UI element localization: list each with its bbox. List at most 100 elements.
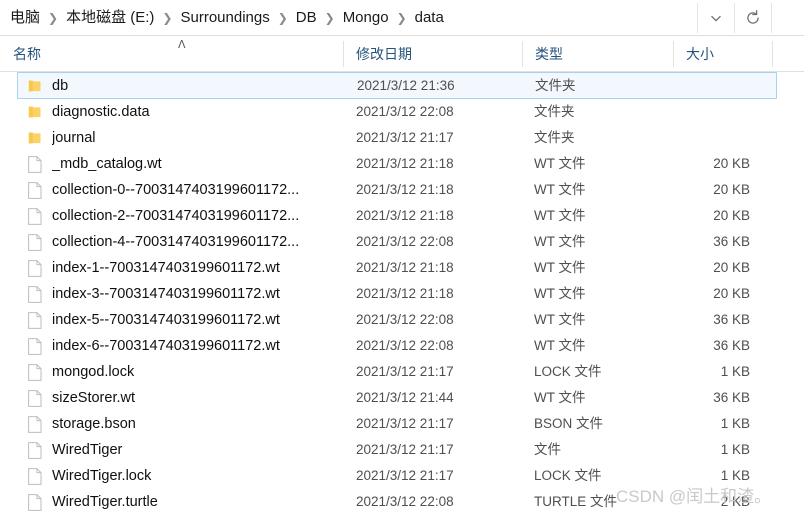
file-icon <box>27 207 43 225</box>
file-date-cell: 2021/3/12 22:08 <box>356 104 454 119</box>
file-date-cell: 2021/3/12 21:17 <box>356 130 454 145</box>
file-name-cell: journal <box>52 130 96 146</box>
file-icon <box>27 181 43 199</box>
file-size-cell: 36 KB <box>713 234 750 249</box>
file-icon <box>27 285 43 303</box>
folder-icon <box>27 104 43 120</box>
column-header-size[interactable]: 大小 <box>673 36 772 71</box>
file-row[interactable]: WiredTiger.turtle 2021/3/12 22:08 TURTLE 文… <box>0 489 804 515</box>
file-size-cell: 1 KB <box>720 416 750 431</box>
breadcrumb-item[interactable]: DB <box>295 7 318 29</box>
file-row[interactable]: diagnostic.data 2021/3/12 22:08 文件夹 <box>0 99 804 125</box>
column-header-date-label: 修改日期 <box>356 45 412 62</box>
address-bar[interactable]: 电脑 ❯ 本地磁盘 (E:) ❯ Surroundings ❯ DB ❯ Mongo ❯ data <box>0 0 804 36</box>
file-date-cell: 2021/3/12 22:08 <box>356 234 454 249</box>
breadcrumb-item[interactable]: data <box>414 7 445 29</box>
file-name-cell: mongod.lock <box>52 364 135 380</box>
file-type-cell: WT 文件 <box>534 156 586 171</box>
file-row[interactable]: WiredTiger 2021/3/12 21:17 文件 1 KB <box>0 437 804 463</box>
file-row[interactable]: collection-2--7003147403199601172... 2021… <box>0 203 804 229</box>
folder-icon <box>27 130 43 146</box>
file-date-cell: 2021/3/12 22:08 <box>356 338 454 353</box>
file-date-cell: 2021/3/12 21:17 <box>356 364 454 379</box>
file-name-cell: WiredTiger <box>52 442 123 458</box>
column-header-row: 名称 修改日期 类型 大小 <box>0 36 804 72</box>
file-row[interactable]: storage.bson 2021/3/12 21:17 BSON 文件 1 KB <box>0 411 804 437</box>
column-divider-size-end[interactable] <box>772 41 773 67</box>
file-row[interactable]: index-5--7003147403199601172.wt 2021/3/12… <box>0 307 804 333</box>
breadcrumb-item[interactable]: Surroundings <box>179 7 270 29</box>
file-row[interactable]: sizeStorer.wt 2021/3/12 21:44 WT 文件 36 KB <box>0 385 804 411</box>
file-date-cell: 2021/3/12 22:08 <box>356 494 454 509</box>
column-header-name[interactable]: 名称 <box>0 36 343 71</box>
file-date-cell: 2021/3/12 21:44 <box>356 390 454 405</box>
file-row-selected[interactable]: db 2021/3/12 21:36 文件夹 <box>17 72 777 99</box>
sort-ascending-caret: ᐱ <box>178 39 186 51</box>
file-type-cell: LOCK 文件 <box>534 364 602 379</box>
file-size-cell: 20 KB <box>713 208 750 223</box>
file-size-cell: 2 KB <box>720 494 750 509</box>
file-name-cell: WiredTiger.turtle <box>52 494 158 510</box>
column-header-type[interactable]: 类型 <box>522 36 673 71</box>
file-name-cell: index-3--7003147403199601172.wt <box>52 286 280 302</box>
breadcrumb-item[interactable]: 电脑 <box>9 7 41 29</box>
file-type-cell: WT 文件 <box>534 338 586 353</box>
file-type-cell: BSON 文件 <box>534 416 604 431</box>
file-row[interactable]: WiredTiger.lock 2021/3/12 21:17 LOCK 文件 1 K… <box>0 463 804 489</box>
file-date-cell: 2021/3/12 21:18 <box>356 182 454 197</box>
file-name-cell: collection-4--7003147403199601172... <box>52 234 300 250</box>
file-row[interactable]: index-3--7003147403199601172.wt 2021/3/12… <box>0 281 804 307</box>
file-row[interactable]: collection-4--7003147403199601172... 2021… <box>0 229 804 255</box>
file-icon <box>27 259 43 277</box>
file-name-cell: _mdb_catalog.wt <box>52 156 162 172</box>
file-type-cell: 文件夹 <box>535 77 576 93</box>
file-date-cell: 2021/3/12 21:17 <box>356 416 454 431</box>
file-date-cell: 2021/3/12 21:18 <box>356 286 454 301</box>
file-icon <box>27 155 43 173</box>
file-list[interactable]: db 2021/3/12 21:36 文件夹 diagnostic.data 2021/… <box>0 72 804 526</box>
file-icon <box>27 389 43 407</box>
breadcrumb-item[interactable]: 本地磁盘 (E:) <box>65 7 155 29</box>
file-icon <box>27 467 43 485</box>
file-type-cell: WT 文件 <box>534 312 586 327</box>
file-name-cell: sizeStorer.wt <box>52 390 135 406</box>
file-date-cell: 2021/3/12 21:36 <box>357 77 455 93</box>
column-header-name-label: 名称 <box>13 45 41 62</box>
file-size-cell: 20 KB <box>713 156 750 171</box>
file-row[interactable]: mongod.lock 2021/3/12 21:17 LOCK 文件 1 KB <box>0 359 804 385</box>
file-date-cell: 2021/3/12 21:18 <box>356 208 454 223</box>
file-type-cell: WT 文件 <box>534 208 586 223</box>
chevron-down-icon <box>708 10 724 26</box>
file-icon <box>27 441 43 459</box>
file-date-cell: 2021/3/12 21:18 <box>356 260 454 275</box>
column-header-size-label: 大小 <box>686 45 714 62</box>
file-size-cell: 36 KB <box>713 390 750 405</box>
folder-icon <box>27 78 43 94</box>
file-icon <box>27 363 43 381</box>
file-date-cell: 2021/3/12 22:08 <box>356 312 454 327</box>
file-row[interactable]: index-6--7003147403199601172.wt 2021/3/12… <box>0 333 804 359</box>
file-size-cell: 20 KB <box>713 260 750 275</box>
refresh-button[interactable] <box>735 0 771 35</box>
addressbar-tail-spacer <box>772 0 804 35</box>
file-type-cell: 文件夹 <box>534 130 575 145</box>
file-row[interactable]: index-1--7003147403199601172.wt 2021/3/12… <box>0 255 804 281</box>
file-icon <box>27 415 43 433</box>
column-header-date[interactable]: 修改日期 <box>343 36 522 71</box>
file-row[interactable]: collection-0--7003147403199601172... 2021… <box>0 177 804 203</box>
file-date-cell: 2021/3/12 21:17 <box>356 442 454 457</box>
file-name-cell: WiredTiger.lock <box>52 468 152 484</box>
file-type-cell: WT 文件 <box>534 182 586 197</box>
file-type-cell: 文件夹 <box>534 104 575 119</box>
file-name-cell: collection-0--7003147403199601172... <box>52 182 300 198</box>
breadcrumb-separator: ❯ <box>48 10 59 25</box>
breadcrumb[interactable]: 电脑 ❯ 本地磁盘 (E:) ❯ Surroundings ❯ DB ❯ Mongo ❯ data <box>0 0 697 35</box>
file-row[interactable]: _mdb_catalog.wt 2021/3/12 21:18 WT 文件 20 KB <box>0 151 804 177</box>
file-row[interactable]: journal 2021/3/12 21:17 文件夹 <box>0 125 804 151</box>
file-type-cell: LOCK 文件 <box>534 468 602 483</box>
file-size-cell: 1 KB <box>720 442 750 457</box>
file-size-cell: 20 KB <box>713 182 750 197</box>
breadcrumb-dropdown-button[interactable] <box>698 0 734 35</box>
breadcrumb-item[interactable]: Mongo <box>342 7 390 29</box>
file-icon <box>27 311 43 329</box>
